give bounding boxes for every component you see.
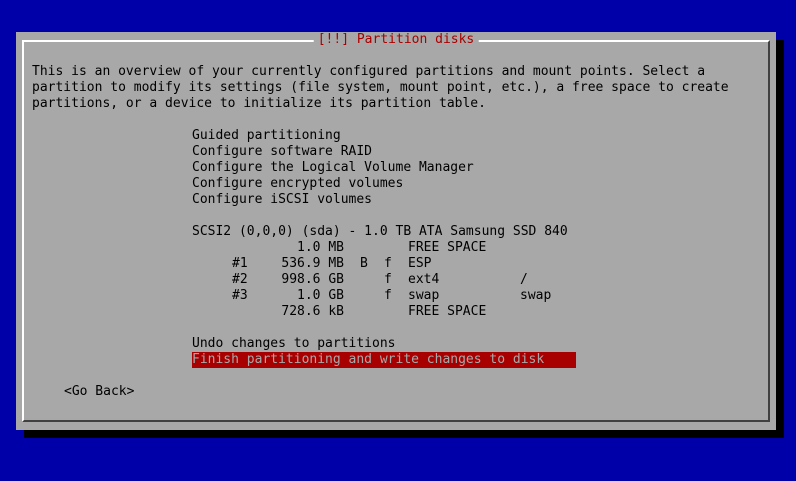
partition-size: 1.0 GB [297,288,344,303]
menu-item-encrypted-volumes[interactable]: Configure encrypted volumes [192,176,403,192]
menu-item-finish-partitioning[interactable]: Finish partitioning and write changes to… [192,352,576,368]
partition-size: 1.0 MB [297,240,344,255]
partition-row[interactable]: #3 1.0 GB f swap swap [16,288,776,304]
partition-size: 536.9 MB [281,256,344,271]
partition-size: 998.6 GB [281,272,344,287]
description-line-3: partitions, or a device to initialize it… [32,96,486,111]
partition-filesystem: swap [408,288,440,303]
partition-number: #3 [232,288,248,303]
menu-item-lvm[interactable]: Configure the Logical Volume Manager [192,160,474,176]
partition-dialog: [!!] Partition disks This is an overview… [16,32,776,430]
description-line-1: This is an overview of your currently co… [32,64,706,79]
go-back-button[interactable]: <Go Back> [64,384,134,400]
partition-filesystem: ext4 [408,272,440,287]
partition-boot-flag: B [360,256,368,271]
partition-row[interactable]: 1.0 MB FREE SPACE [16,240,776,256]
partition-number: #1 [232,256,248,271]
partition-mount-point: / [520,272,528,287]
partition-filesystem: ESP [408,256,432,271]
partition-format-flag: f [384,256,392,271]
partition-number: #2 [232,272,248,287]
partition-filesystem: FREE SPACE [408,304,487,319]
partition-row[interactable]: #2 998.6 GB f ext4 / [16,272,776,288]
partition-format-flag: f [384,288,392,303]
partition-filesystem: FREE SPACE [408,240,487,255]
partition-format-flag: f [384,272,392,287]
menu-item-software-raid[interactable]: Configure software RAID [192,144,372,160]
dialog-title: [!!] Partition disks [313,32,479,48]
menu-item-undo-changes[interactable]: Undo changes to partitions [192,336,396,352]
partition-row[interactable]: 728.6 kB FREE SPACE [16,304,776,320]
partition-size: 728.6 kB [281,304,344,319]
disk-entry-sda[interactable]: SCSI2 (0,0,0) (sda) - 1.0 TB ATA Samsung… [192,224,568,240]
description-line-2: partition to modify its settings (file s… [32,80,729,95]
menu-item-guided-partitioning[interactable]: Guided partitioning [192,128,341,144]
partition-row[interactable]: #1 536.9 MB B f ESP [16,256,776,272]
partition-mount-point: swap [520,288,552,303]
menu-item-iscsi-volumes[interactable]: Configure iSCSI volumes [192,192,372,208]
